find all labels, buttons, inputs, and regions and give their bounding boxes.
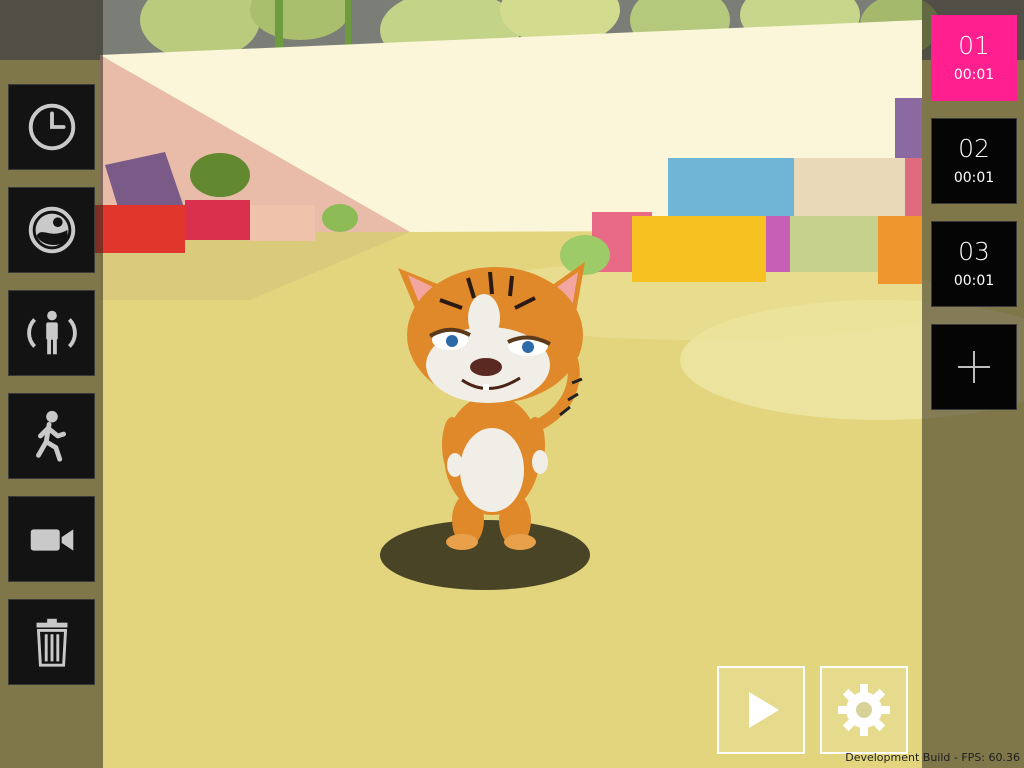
scene-render (0, 0, 1024, 768)
plus-icon (958, 351, 990, 383)
fps-counter: Development Build - FPS: 60.36 (845, 751, 1020, 764)
running-figure-icon (35, 410, 66, 462)
clip-number: 02 (958, 134, 990, 163)
trash-icon (36, 618, 67, 667)
delete-button[interactable] (8, 599, 95, 685)
clip-03-button[interactable]: 03 00:01 (931, 221, 1017, 307)
clip-02-button[interactable]: 02 00:01 (931, 118, 1017, 204)
gear-icon (838, 684, 890, 736)
play-icon (749, 692, 779, 728)
clip-time: 00:01 (953, 273, 995, 289)
play-button[interactable] (717, 666, 805, 754)
left-toolbar (0, 0, 103, 768)
clip-number: 01 (958, 31, 990, 60)
clip-01-button[interactable]: 01 00:01 (931, 15, 1017, 101)
globe-filter-icon (28, 206, 75, 254)
clip-time: 00:01 (953, 170, 995, 186)
video-camera-icon (30, 529, 73, 551)
clock-icon (28, 103, 75, 151)
animation-button[interactable] (8, 393, 95, 479)
add-clip-button[interactable] (931, 324, 1017, 410)
game-viewport[interactable] (0, 0, 1024, 768)
clip-time: 00:01 (953, 67, 995, 83)
settings-button[interactable] (820, 666, 908, 754)
filters-button[interactable] (8, 187, 95, 273)
character-pose-icon (26, 310, 77, 355)
clip-number: 03 (958, 237, 990, 266)
clock-button[interactable] (8, 84, 95, 170)
pose-button[interactable] (8, 290, 95, 376)
camera-button[interactable] (8, 496, 95, 582)
clip-panel: 01 00:01 02 00:01 03 00:01 (922, 0, 1024, 768)
